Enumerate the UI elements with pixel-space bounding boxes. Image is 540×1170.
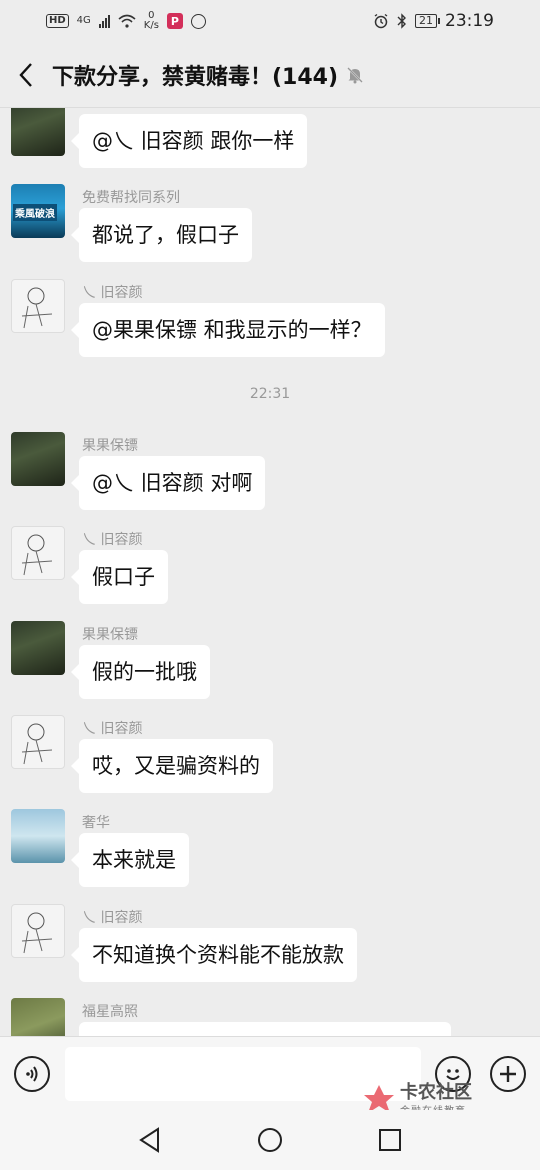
sender-name: 乀 旧容颜 — [82, 910, 143, 926]
sender-name: 乀 旧容颜 — [82, 721, 143, 737]
message-bubble[interactable] — [79, 1022, 451, 1036]
avatar[interactable] — [11, 998, 65, 1036]
p-app-icon: P — [166, 13, 183, 29]
chat-messages[interactable]: @乀 旧容颜 跟你一样 乘風破浪 免费帮找同系列 都说了，假口子 乀 旧容颜 @… — [0, 108, 540, 1036]
plus-icon — [500, 1066, 516, 1082]
avatar[interactable] — [11, 279, 65, 333]
message-bubble[interactable]: 都说了，假口子 — [71, 208, 252, 262]
avatar[interactable] — [11, 621, 65, 675]
message-bubble[interactable]: @乀 旧容颜 对啊 — [70, 456, 266, 510]
message-bubble[interactable]: 本来就是 — [71, 833, 189, 887]
nav-home-button[interactable] — [254, 1124, 286, 1156]
chevron-left-icon — [19, 62, 32, 87]
avatar[interactable] — [11, 809, 65, 863]
chat-header: 下款分享，禁黄赌毒！(144) — [0, 42, 540, 108]
status-bar: HD 4G 0 K/s P 21 23:19 — [0, 0, 540, 42]
message-input[interactable] — [65, 1047, 421, 1101]
sender-name: 乀 旧容颜 — [82, 532, 143, 548]
sender-name: 福星高照 — [82, 1004, 138, 1020]
avatar[interactable] — [11, 432, 65, 486]
alarm-icon — [374, 13, 388, 29]
smiley-icon — [446, 1069, 460, 1080]
chat-title: 下款分享，禁黄赌毒！(144) — [52, 64, 339, 90]
message-bubble[interactable]: 不知道换个资料能不能放款 — [71, 928, 357, 982]
clock: 23:19 — [445, 11, 494, 31]
mute-bell-icon — [346, 66, 364, 84]
status-left: HD 4G 0 K/s P — [46, 11, 206, 31]
avatar[interactable] — [11, 526, 65, 580]
message-bubble[interactable]: 哎，又是骗资料的 — [71, 739, 273, 793]
avatar-text: 乘風破浪 — [13, 204, 57, 221]
system-nav-bar — [0, 1110, 540, 1170]
hd-badge: HD — [46, 14, 69, 28]
avatar[interactable] — [11, 904, 65, 958]
message-timestamp: 22:31 — [249, 386, 291, 402]
sender-name: 果果保镖 — [82, 627, 138, 643]
sender-name: 奢华 — [82, 815, 110, 831]
more-button[interactable] — [490, 1056, 526, 1092]
avatar[interactable]: 乘風破浪 — [11, 184, 65, 238]
message-bubble[interactable]: @乀 旧容颜 跟你一样 — [70, 114, 308, 168]
back-button[interactable] — [0, 42, 52, 108]
input-bar — [0, 1036, 540, 1110]
square-recents-icon — [379, 1129, 401, 1151]
voice-icon — [26, 1066, 38, 1082]
sender-name: 乀 旧容颜 — [82, 285, 143, 301]
bluetooth-icon — [397, 13, 406, 29]
nav-back-button[interactable] — [134, 1124, 166, 1156]
sender-name: 免费帮找同系列 — [82, 190, 180, 206]
signal-icon — [98, 14, 110, 28]
avatar[interactable] — [11, 715, 65, 769]
voice-button[interactable] — [14, 1056, 50, 1092]
message-bubble[interactable]: 假口子 — [71, 550, 168, 604]
circle-home-icon — [258, 1128, 282, 1152]
message-bubble[interactable]: 假的一批哦 — [71, 645, 210, 699]
net-speed: 0 K/s — [144, 11, 159, 31]
battery-icon: 21 — [415, 14, 440, 28]
sender-name: 果果保镖 — [82, 438, 138, 454]
message-bubble[interactable]: @果果保镖 和我显示的一样？ — [71, 303, 385, 357]
emoji-button[interactable] — [435, 1056, 471, 1092]
network-type: 4G — [76, 15, 91, 26]
globe-icon — [190, 13, 206, 29]
wifi-icon — [118, 14, 136, 28]
triangle-back-icon — [139, 1127, 159, 1153]
avatar[interactable] — [11, 108, 65, 156]
net-speed-unit: K/s — [143, 20, 159, 31]
status-right: 21 23:19 — [373, 11, 494, 31]
nav-recents-button[interactable] — [374, 1124, 406, 1156]
